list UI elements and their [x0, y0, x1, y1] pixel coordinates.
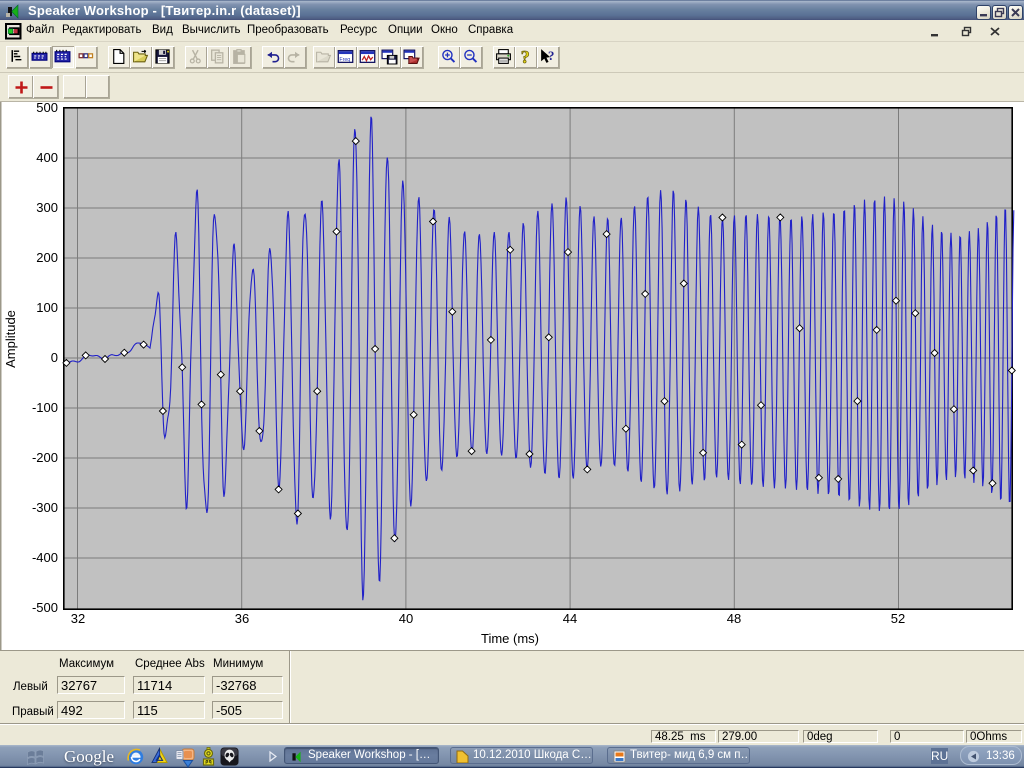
svg-text:500: 500 [36, 102, 58, 115]
svg-text:-100: -100 [32, 400, 58, 415]
svg-text:?: ? [548, 49, 554, 63]
svg-text:200: 200 [36, 250, 58, 265]
svg-text:44: 44 [563, 611, 577, 626]
svg-text:32: 32 [71, 611, 85, 626]
svg-text:48: 48 [727, 611, 741, 626]
svg-text:300: 300 [36, 200, 58, 215]
svg-text:100: 100 [36, 300, 58, 315]
svg-text:52: 52 [891, 611, 905, 626]
svg-text:-500: -500 [32, 600, 58, 615]
svg-text:Time (ms): Time (ms) [481, 631, 539, 646]
svg-text:Amplitude: Amplitude [3, 310, 18, 368]
svg-text:40: 40 [399, 611, 413, 626]
svg-text:?: ? [521, 48, 530, 65]
svg-text:0: 0 [51, 350, 58, 365]
svg-text:36: 36 [235, 611, 249, 626]
svg-text:Freq: Freq [339, 57, 350, 63]
svg-text:400: 400 [36, 150, 58, 165]
svg-text:-400: -400 [32, 550, 58, 565]
svg-text:-300: -300 [32, 500, 58, 515]
svg-text:-200: -200 [32, 450, 58, 465]
